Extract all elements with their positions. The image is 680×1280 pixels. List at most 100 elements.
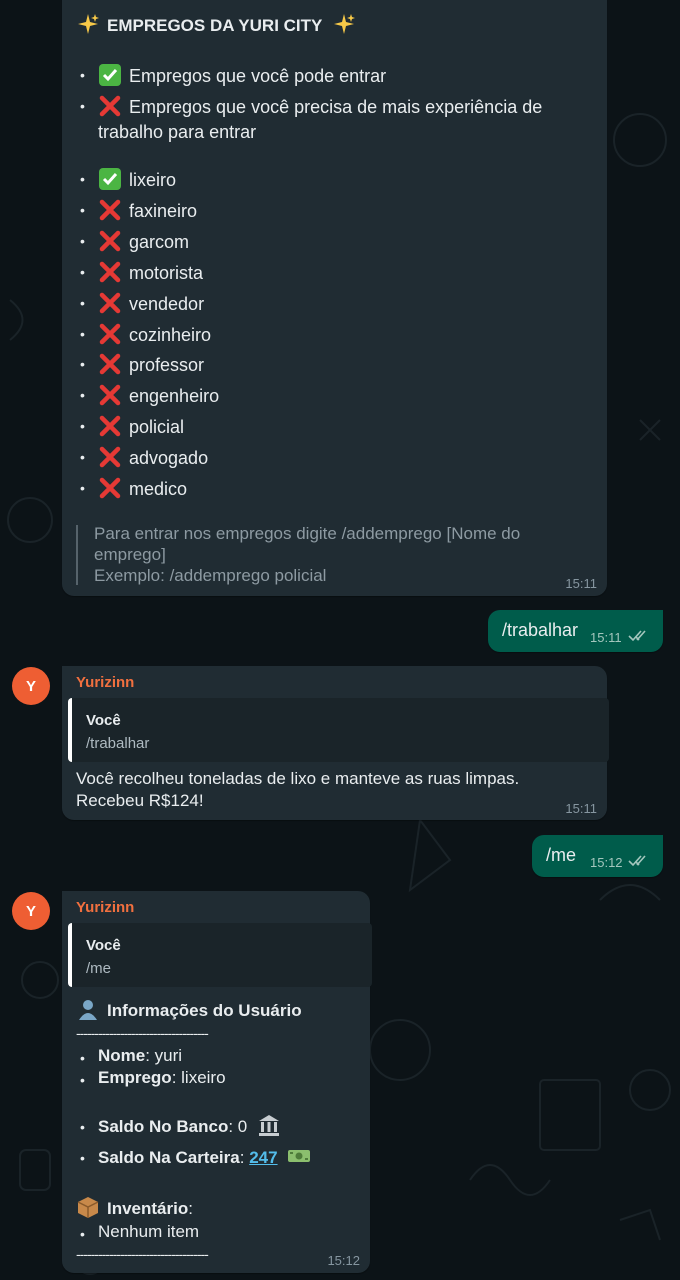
jobs-title: EMPREGOS DA YURI CITY [76,12,363,36]
job-name: medico [129,479,188,499]
bot-reply-message[interactable]: Yurizinn Você /trabalhar Você recolheu t… [62,666,609,820]
sender-name[interactable]: Yurizinn [76,899,134,916]
money-icon [288,1150,311,1162]
info-inventario: Inventário: [76,1195,193,1219]
banco-value: : 0 [228,1117,248,1136]
bullet: • [80,418,85,435]
job-item: cozinheiro [98,322,211,346]
carteira-sep: : [239,1148,250,1167]
user-info-message[interactable]: Yurizinn Você /me Informações do Usuário… [62,891,372,1273]
job-item: policial [98,414,184,438]
quoted-sender: Você [86,937,121,954]
info-carteira: Saldo Na Carteira: 247 [98,1144,318,1168]
emprego-label: Emprego [98,1068,172,1087]
message-text: Recebeu R$124! [76,791,204,810]
cross-icon [99,354,121,375]
bullet: • [80,1072,85,1088]
cross-icon [99,415,121,437]
bullet: • [80,98,85,114]
job-item: vendedor [98,291,204,315]
avatar[interactable]: Y [12,892,50,930]
nome-label: Nome [98,1046,146,1065]
job-item: medico [98,476,187,500]
legend-need-experience-text: Empregos que você precisa de mais experi… [129,97,543,117]
jobs-list-message[interactable]: EMPREGOS DA YURI CITY • Empregos que voc… [62,0,607,596]
sparkles-icon [78,14,99,34]
info-heading-text: Informações do Usuário [107,1001,302,1020]
cross-icon [99,230,121,252]
cross-icon [99,95,121,117]
message-time: 15:12 [327,1253,360,1268]
job-name: policial [129,417,185,438]
hint-line: Exemplo: /addemprego policial [94,566,327,585]
bullet: • [80,171,85,187]
sparkles-icon [333,14,355,34]
job-name: garcom [129,231,190,252]
quoted-text: /me [86,960,112,977]
info-banco: Saldo No Banco: 0 [98,1113,288,1137]
person-icon [79,1000,97,1020]
check-icon [99,168,121,190]
bank-icon [259,1115,279,1136]
message-time: 15:11 [565,576,597,591]
inventario-colon: : [188,1199,193,1218]
job-item: lixeiro [98,167,176,191]
carteira-value-link[interactable]: 247 [249,1148,277,1167]
quoted-reply[interactable]: Você /trabalhar [68,698,609,762]
legend-can-enter: Empregos que você pode entrar [98,63,386,87]
info-nome: Nome: yuri [98,1046,182,1066]
legend-need-experience-cont: trabalho para entrar [98,122,257,142]
job-item: professor [98,352,204,376]
bullet: • [80,387,85,404]
quoted-sender: Você [86,712,121,729]
job-name: advogado [129,448,209,469]
cross-icon [99,477,121,499]
outgoing-message[interactable]: /trabalhar 15:11 [488,610,663,652]
sender-name[interactable]: Yurizinn [76,674,134,691]
message-time: 15:12 [590,855,623,870]
bullet: • [80,1050,85,1066]
job-item: faxineiro [98,198,197,222]
job-name: motorista [129,262,204,283]
job-item: advogado [98,445,208,469]
message-text: Você recolheu toneladas de lixo e mantev… [76,769,520,788]
carteira-label: Saldo Na Carteira [98,1148,240,1167]
cross-icon [99,199,121,221]
avatar[interactable]: Y [12,667,50,705]
job-name: engenheiro [129,386,220,407]
bullet: • [80,232,85,249]
inventario-item: Nenhum item [98,1222,200,1241]
bullet: • [80,1119,85,1135]
quoted-reply[interactable]: Você /me [68,923,372,987]
package-icon [77,1197,99,1218]
double-check-icon [628,855,646,867]
bullet: • [80,356,85,373]
info-heading: Informações do Usuário [76,997,302,1021]
job-name: professor [129,355,205,376]
message-time: 15:11 [590,630,622,645]
outgoing-message[interactable]: /me 15:12 [532,835,663,877]
info-emprego: Emprego: lixeiro [98,1068,226,1088]
cross-icon [99,385,121,406]
hint-line: emprego] [94,545,166,564]
separator: ------------------------------------ [76,1246,209,1262]
hint-quote-bar [76,525,78,585]
nome-value: : yuri [145,1046,183,1065]
cross-icon [99,446,121,468]
job-item: motorista [98,260,203,284]
cross-icon [99,323,121,344]
bullet: • [80,1150,85,1166]
job-name: cozinheiro [129,324,212,345]
double-check-icon [628,630,646,642]
jobs-title-text: EMPREGOS DA YURI CITY [107,16,323,35]
quoted-text: /trabalhar [86,735,150,752]
emprego-value: : lixeiro [171,1068,226,1087]
banco-label: Saldo No Banco [98,1117,229,1136]
bullet: • [80,294,85,311]
check-icon [99,64,121,86]
separator: ------------------------------------ [76,1025,209,1041]
hint-line: Para entrar nos empregos digite /addempr… [94,524,521,543]
bullet: • [80,449,85,466]
message-text: /me [546,845,577,865]
bullet: • [80,480,85,496]
